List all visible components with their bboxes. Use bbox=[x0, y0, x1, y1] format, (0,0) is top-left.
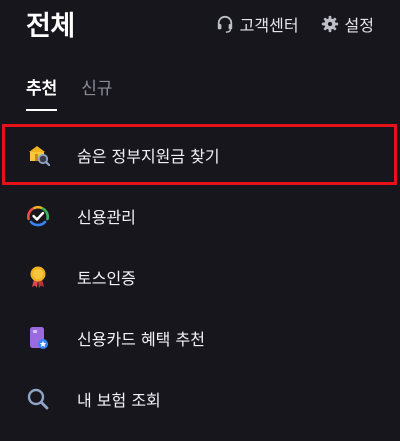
menu-item-government-subsidy[interactable]: 숨은 정부지원금 찾기 bbox=[2, 124, 397, 185]
menu-item-credit-management[interactable]: 신용관리 bbox=[0, 185, 400, 246]
government-subsidy-search-icon bbox=[25, 142, 51, 168]
gear-icon bbox=[321, 15, 339, 33]
page-title: 전체 bbox=[26, 11, 75, 42]
tab-new[interactable]: 신규 bbox=[81, 74, 112, 111]
certification-medal-icon bbox=[25, 264, 51, 290]
tab-recommended[interactable]: 추천 bbox=[26, 74, 58, 111]
menu-item-label: 신용카드 혜택 추천 bbox=[77, 329, 205, 349]
search-icon bbox=[25, 386, 51, 412]
menu-item-toss-certification[interactable]: 토스인증 bbox=[0, 246, 400, 307]
menu-item-credit-card-recommendation[interactable]: 신용카드 혜택 추천 bbox=[0, 307, 400, 368]
settings-button[interactable]: 설정 bbox=[321, 12, 374, 36]
settings-label: 설정 bbox=[344, 16, 374, 35]
category-tabs: 추천 신규 bbox=[26, 74, 113, 111]
header-actions: 고객센터 설정 bbox=[216, 12, 374, 36]
customer-support-label: 고객센터 bbox=[239, 16, 299, 35]
header: 전체 고객센터 설정 bbox=[0, 0, 400, 46]
all-menu-page: 전체 고객센터 설정 추천 신규 숨은 정부지원금 찾기 신용관리 토스인증 신… bbox=[0, 0, 400, 441]
credit-gauge-icon bbox=[25, 203, 51, 229]
menu-item-label: 숨은 정부지원금 찾기 bbox=[77, 146, 220, 166]
customer-support-button[interactable]: 고객센터 bbox=[216, 12, 299, 36]
menu-item-label: 신용관리 bbox=[77, 207, 136, 227]
menu-item-insurance-lookup[interactable]: 내 보험 조회 bbox=[0, 368, 400, 429]
headset-icon bbox=[216, 15, 234, 33]
menu-item-label: 내 보험 조회 bbox=[77, 390, 161, 410]
credit-card-star-icon bbox=[25, 325, 51, 351]
menu-item-label: 토스인증 bbox=[77, 268, 136, 288]
menu-list: 숨은 정부지원금 찾기 신용관리 토스인증 신용카드 혜택 추천 내 보험 조회 bbox=[0, 124, 400, 429]
